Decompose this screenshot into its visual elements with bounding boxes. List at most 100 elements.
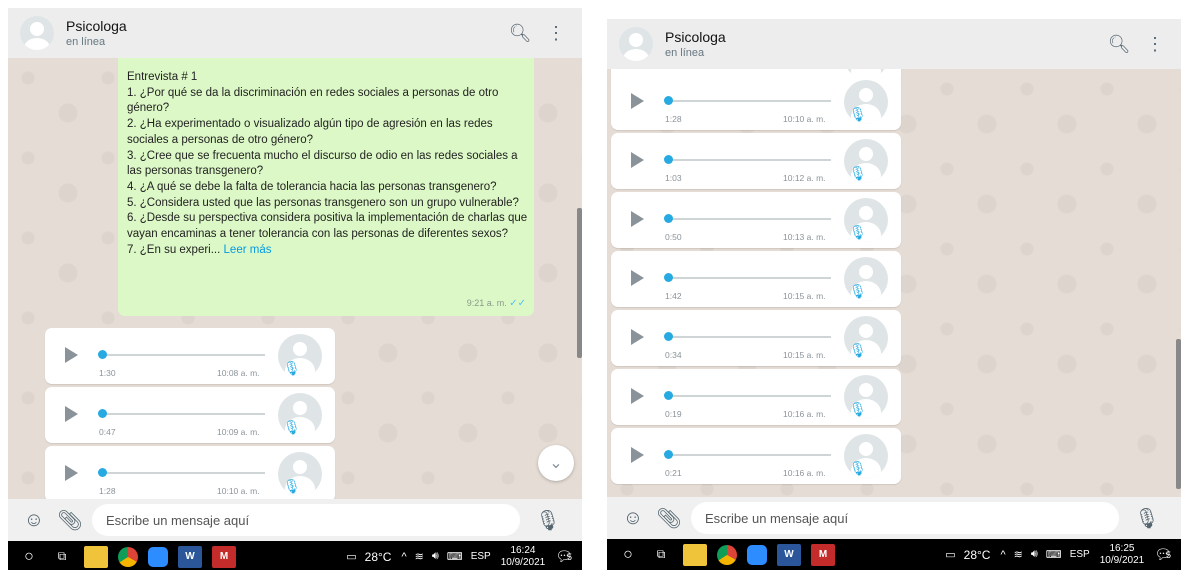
wifi-icon[interactable]: ≋	[415, 550, 424, 563]
audio-track[interactable]	[105, 472, 265, 474]
chevron-up-icon[interactable]: ^	[1000, 549, 1005, 561]
chrome-icon[interactable]	[717, 544, 737, 565]
play-icon[interactable]	[631, 329, 644, 345]
play-icon[interactable]	[631, 447, 644, 463]
word-icon[interactable]: W	[777, 543, 801, 566]
audio-track[interactable]	[671, 336, 831, 338]
weather-temp[interactable]: 28°C	[964, 548, 991, 562]
voice-message[interactable]: 1:42 10:15 a. m. 🎙︎	[611, 251, 901, 307]
message-input[interactable]: Escribe un mensaje aquí	[691, 502, 1119, 534]
voice-message[interactable]: 1:03 10:12 a. m. 🎙︎	[611, 133, 901, 189]
keyboard-icon[interactable]: ⌨	[447, 550, 463, 563]
message-list[interactable]: 1:28 10:10 a. m. 🎙︎ 1:03 10:12 a. m. 🎙︎ …	[607, 69, 1181, 497]
play-icon[interactable]	[631, 93, 644, 109]
audio-track[interactable]	[671, 395, 831, 397]
contact-info[interactable]: Psicologa en línea	[66, 18, 498, 48]
audio-track[interactable]	[671, 100, 831, 102]
wifi-icon[interactable]: ≋	[1014, 548, 1023, 561]
chevron-up-icon[interactable]: ^	[401, 551, 406, 563]
file-explorer-icon[interactable]	[683, 543, 707, 566]
attach-icon[interactable]: 📎︎	[655, 504, 683, 532]
voice-message[interactable]: 0:50 10:13 a. m. 🎙︎	[611, 192, 901, 248]
audio-scrubber[interactable]	[98, 350, 107, 359]
audio-scrubber[interactable]	[664, 391, 673, 400]
text-message-bubble[interactable]: Entrevista # 1 1. ¿Por qué se da la disc…	[118, 58, 534, 316]
attach-icon[interactable]: 📎︎	[56, 506, 84, 534]
audio-track[interactable]	[105, 413, 265, 415]
contact-avatar[interactable]	[619, 27, 653, 61]
chevron-down-icon[interactable]: ⌄	[538, 445, 574, 481]
compose-bar: ☺ 📎︎ Escribe un mensaje aquí 🎙︎	[8, 499, 582, 541]
task-view-icon[interactable]: ⧉	[50, 546, 74, 568]
voice-message[interactable]: 1:28 10:10 a. m. 🎙︎	[45, 446, 335, 499]
voice-message[interactable]: 0:21 10:16 a. m. 🎙︎	[611, 428, 901, 484]
play-icon[interactable]	[631, 211, 644, 227]
scrollbar[interactable]	[1176, 339, 1181, 489]
audio-scrubber[interactable]	[98, 468, 107, 477]
voice-message[interactable]: 0:19 10:16 a. m. 🎙︎	[611, 369, 901, 425]
audio-scrubber[interactable]	[664, 273, 673, 282]
file-explorer-icon[interactable]	[84, 545, 108, 568]
message-input[interactable]: Escribe un mensaje aquí	[92, 504, 520, 536]
voice-time: 10:12 a. m.	[783, 173, 826, 183]
message-meta: 9:21 a. m. ✓✓	[467, 296, 526, 312]
audio-track[interactable]	[671, 159, 831, 161]
news-icon[interactable]: ▭	[945, 548, 955, 561]
clock[interactable]: 16:25 10/9/2021	[1100, 543, 1145, 567]
voice-message[interactable]: 0:34 10:15 a. m. 🎙︎	[611, 310, 901, 366]
chrome-icon[interactable]	[118, 546, 138, 567]
news-icon[interactable]: ▭	[346, 550, 356, 563]
windows-taskbar: ○ ⧉ W M ▭ 28°C ^ ≋ 🔊︎ ⌨ ESP 16:24 10/9/2…	[8, 541, 582, 570]
language-indicator[interactable]: ESP	[471, 551, 491, 562]
search-icon[interactable]: 🔍︎	[1105, 30, 1133, 58]
mic-icon: 🎙︎	[283, 419, 301, 435]
read-more-link[interactable]: Leer más	[224, 244, 272, 256]
search-icon[interactable]: 🔍︎	[506, 19, 534, 47]
weather-temp[interactable]: 28°C	[365, 550, 392, 564]
audio-track[interactable]	[105, 354, 265, 356]
app-icon[interactable]: M	[212, 545, 236, 568]
cortana-icon[interactable]: ○	[18, 546, 40, 568]
emoji-icon[interactable]: ☺	[619, 504, 647, 532]
play-icon[interactable]	[631, 270, 644, 286]
scrollbar[interactable]	[577, 208, 582, 358]
audio-scrubber[interactable]	[664, 332, 673, 341]
language-indicator[interactable]: ESP	[1070, 549, 1090, 560]
contact-info[interactable]: Psicologa en línea	[665, 29, 1097, 59]
audio-scrubber[interactable]	[664, 450, 673, 459]
emoji-icon[interactable]: ☺	[20, 506, 48, 534]
zoom-icon[interactable]	[747, 544, 767, 565]
zoom-icon[interactable]	[148, 546, 168, 567]
audio-scrubber[interactable]	[664, 155, 673, 164]
word-icon[interactable]: W	[178, 545, 202, 568]
volume-icon[interactable]: 🔊︎	[432, 550, 439, 563]
volume-icon[interactable]: 🔊︎	[1031, 548, 1038, 561]
app-icon[interactable]: M	[811, 543, 835, 566]
voice-message[interactable]: 1:28 10:10 a. m. 🎙︎	[611, 74, 901, 130]
contact-avatar[interactable]	[20, 16, 54, 50]
message-list[interactable]: Entrevista # 1 1. ¿Por qué se da la disc…	[8, 58, 582, 499]
voice-message[interactable]: 1:30 10:08 a. m. 🎙︎	[45, 328, 335, 384]
clock-date: 10/9/2021	[1099, 554, 1145, 566]
mic-icon[interactable]: 🎙︎	[1133, 504, 1161, 532]
audio-scrubber[interactable]	[664, 96, 673, 105]
menu-icon[interactable]: ⋮	[542, 19, 570, 47]
mic-icon[interactable]: 🎙︎	[534, 506, 562, 534]
audio-track[interactable]	[671, 218, 831, 220]
menu-icon[interactable]: ⋮	[1141, 30, 1169, 58]
keyboard-icon[interactable]: ⌨	[1046, 548, 1062, 561]
clock[interactable]: 16:24 10/9/2021	[501, 545, 546, 569]
play-icon[interactable]	[65, 347, 78, 363]
play-icon[interactable]	[631, 388, 644, 404]
play-icon[interactable]	[65, 465, 78, 481]
play-icon[interactable]	[65, 406, 78, 422]
audio-track[interactable]	[671, 454, 831, 456]
audio-track[interactable]	[671, 277, 831, 279]
task-view-icon[interactable]: ⧉	[649, 544, 673, 566]
play-icon[interactable]	[631, 152, 644, 168]
audio-scrubber[interactable]	[98, 409, 107, 418]
voice-message[interactable]: 0:47 10:09 a. m. 🎙︎	[45, 387, 335, 443]
audio-scrubber[interactable]	[664, 214, 673, 223]
cortana-icon[interactable]: ○	[617, 544, 639, 566]
system-tray: ▭ 28°C ^ ≋ 🔊︎ ⌨ ESP 16:25 10/9/2021 💬︎ 5	[945, 543, 1172, 567]
